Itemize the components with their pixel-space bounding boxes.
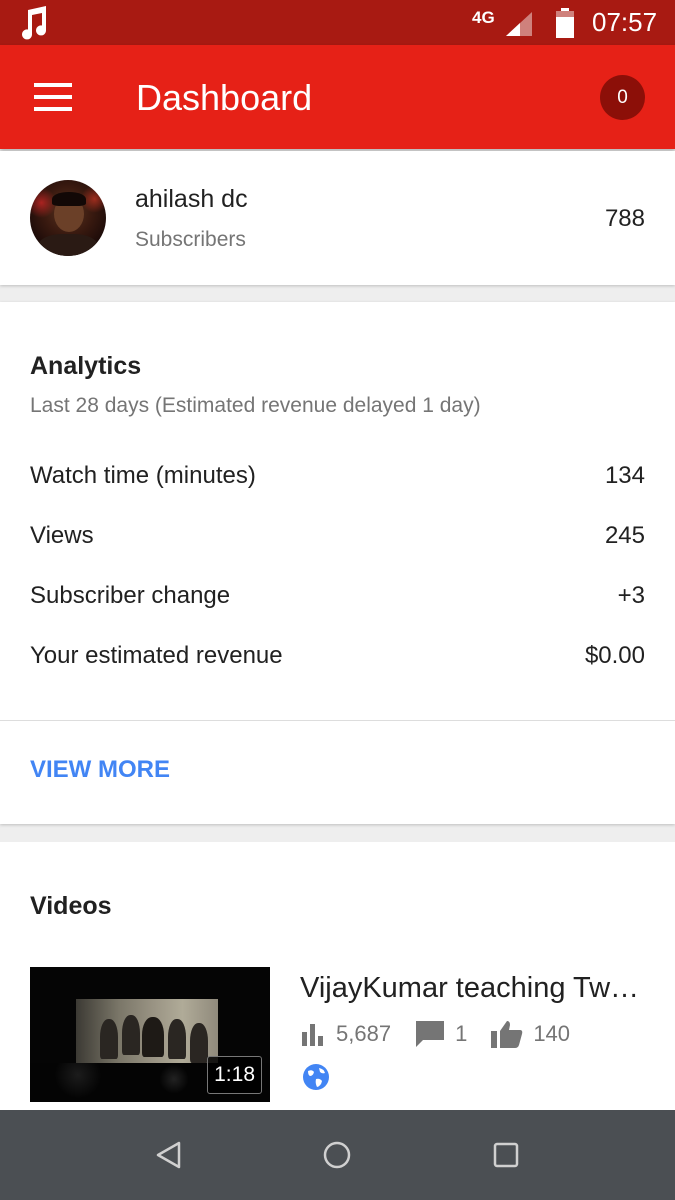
metric-label: Views — [30, 522, 94, 549]
analytics-card: Analytics Last 28 days (Estimated revenu… — [0, 302, 675, 824]
metric-label: Subscriber change — [30, 582, 231, 609]
subscribers-label: Subscribers — [135, 228, 246, 251]
channel-name: ahilash dc — [135, 185, 248, 213]
page-title: Dashboard — [136, 77, 313, 118]
status-bar: 4G 07:57 — [0, 0, 675, 45]
system-nav-bar — [0, 1110, 675, 1200]
subscriber-count: 788 — [604, 205, 645, 232]
analytics-row-revenue: Your estimated revenue $0.00 — [30, 642, 645, 682]
video-title[interactable]: VijayKumar teaching Tw… — [300, 972, 645, 1005]
videos-heading: Videos — [30, 892, 112, 920]
recents-icon[interactable] — [491, 1140, 521, 1170]
back-icon[interactable] — [154, 1140, 184, 1170]
home-icon[interactable] — [322, 1140, 352, 1170]
music-icon — [22, 6, 47, 40]
metric-label: Your estimated revenue — [30, 642, 283, 669]
video-thumbnail[interactable]: 1:18 — [30, 967, 270, 1102]
signal-icon — [506, 12, 532, 36]
menu-icon[interactable] — [34, 83, 72, 111]
app-bar: Dashboard 0 — [0, 45, 675, 149]
clock: 07:57 — [592, 7, 658, 37]
view-more-button[interactable]: VIEW MORE — [30, 756, 170, 784]
videos-card: Videos 1:18 VijayKumar teaching Tw… 5,68… — [0, 842, 675, 1110]
divider — [0, 720, 675, 721]
metric-label: Watch time (minutes) — [30, 462, 256, 489]
avatar — [30, 180, 106, 256]
video-duration: 1:18 — [207, 1056, 262, 1094]
battery-icon — [556, 8, 574, 38]
metric-value: 134 — [604, 462, 645, 489]
channel-card[interactable]: ahilash dc Subscribers 788 — [0, 151, 675, 285]
thumb-up-icon — [491, 1021, 523, 1048]
analytics-row-views: Views 245 — [30, 522, 645, 562]
analytics-heading: Analytics — [30, 352, 142, 380]
metric-value: $0.00 — [584, 642, 645, 669]
comment-count: 1 — [455, 1021, 468, 1046]
metric-value: 245 — [604, 522, 645, 549]
network-type: 4G — [472, 8, 495, 27]
analytics-period: Last 28 days (Estimated revenue delayed … — [30, 394, 481, 417]
notification-badge[interactable]: 0 — [600, 75, 645, 120]
bar-chart-icon — [302, 1024, 323, 1046]
view-count: 5,687 — [336, 1021, 392, 1046]
like-count: 140 — [533, 1021, 571, 1046]
video-stats: 5,687 1 140 — [300, 1019, 594, 1049]
metric-value: +3 — [617, 582, 645, 609]
analytics-row-watch-time: Watch time (minutes) 134 — [30, 462, 645, 502]
globe-icon — [303, 1064, 329, 1090]
comment-icon — [416, 1021, 445, 1047]
analytics-row-subscriber-change: Subscriber change +3 — [30, 582, 645, 622]
